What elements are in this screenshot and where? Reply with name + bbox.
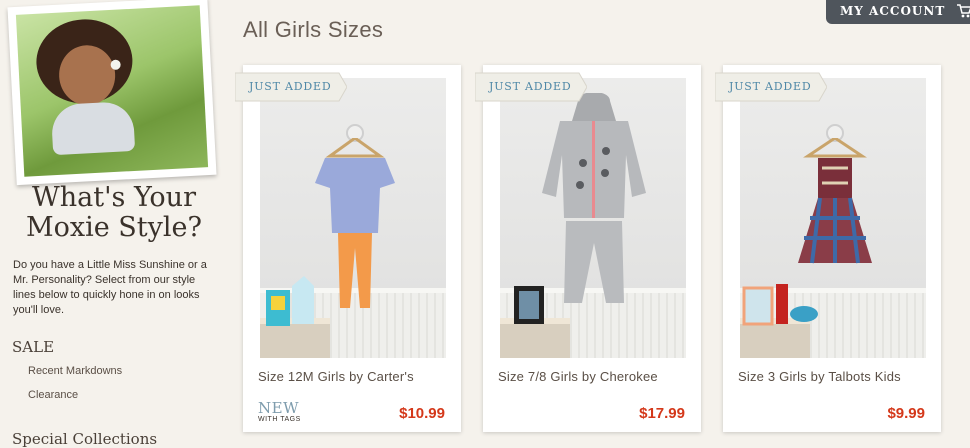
product-price: $9.99 bbox=[887, 405, 925, 422]
section-title-sale: SALE bbox=[12, 338, 55, 356]
product-name[interactable]: Size 3 Girls by Talbots Kids bbox=[738, 369, 901, 384]
product-image[interactable] bbox=[740, 78, 926, 358]
section-title-special-collections: Special Collections bbox=[12, 430, 158, 448]
hero-photo bbox=[7, 0, 217, 186]
page-title: All Girls Sizes bbox=[243, 17, 384, 42]
decor-photo-frame bbox=[514, 286, 544, 324]
just-added-badge: JUST ADDED bbox=[235, 71, 347, 103]
product-image[interactable] bbox=[500, 78, 686, 358]
sidebar-headline: What's Your Moxie Style? bbox=[25, 182, 202, 243]
my-account-button[interactable]: MY ACCOUNT bbox=[826, 0, 970, 24]
sidebar-link-recent-markdowns[interactable]: Recent Markdowns bbox=[28, 365, 122, 377]
decor-bird-bottle bbox=[742, 284, 818, 326]
product-card[interactable]: JUST ADDED Size 3 Girls by Talbots Kids … bbox=[715, 65, 941, 432]
sidebar: What's Your Moxie Style? Do you have a L… bbox=[0, 0, 228, 448]
decor-birdhouse bbox=[266, 276, 314, 326]
plaid-dress-image bbox=[798, 138, 872, 264]
shopping-cart-icon[interactable] bbox=[956, 3, 970, 19]
condition-label: NEW WITH TAGS bbox=[258, 399, 301, 423]
just-added-badge: JUST ADDED bbox=[715, 71, 827, 103]
product-name[interactable]: Size 12M Girls by Carter's bbox=[258, 369, 414, 384]
sidebar-intro: Do you have a Little Miss Sunshine or a … bbox=[13, 259, 207, 316]
product-price: $17.99 bbox=[639, 405, 685, 422]
product-card[interactable]: JUST ADDED Size 12M Girls by Carter's NE… bbox=[235, 65, 461, 432]
product-card[interactable]: JUST ADDED Size 7/8 Girls by Cherokee $1… bbox=[475, 65, 701, 432]
my-account-label: MY ACCOUNT bbox=[840, 4, 946, 18]
product-price: $10.99 bbox=[399, 405, 445, 422]
toddler-outfit-image bbox=[315, 138, 395, 308]
sidebar-link-clearance[interactable]: Clearance bbox=[28, 389, 78, 401]
just-added-badge: JUST ADDED bbox=[475, 71, 587, 103]
gray-hoodie-outfit-image bbox=[542, 93, 646, 303]
product-image[interactable] bbox=[260, 78, 446, 358]
product-name[interactable]: Size 7/8 Girls by Cherokee bbox=[498, 369, 658, 384]
